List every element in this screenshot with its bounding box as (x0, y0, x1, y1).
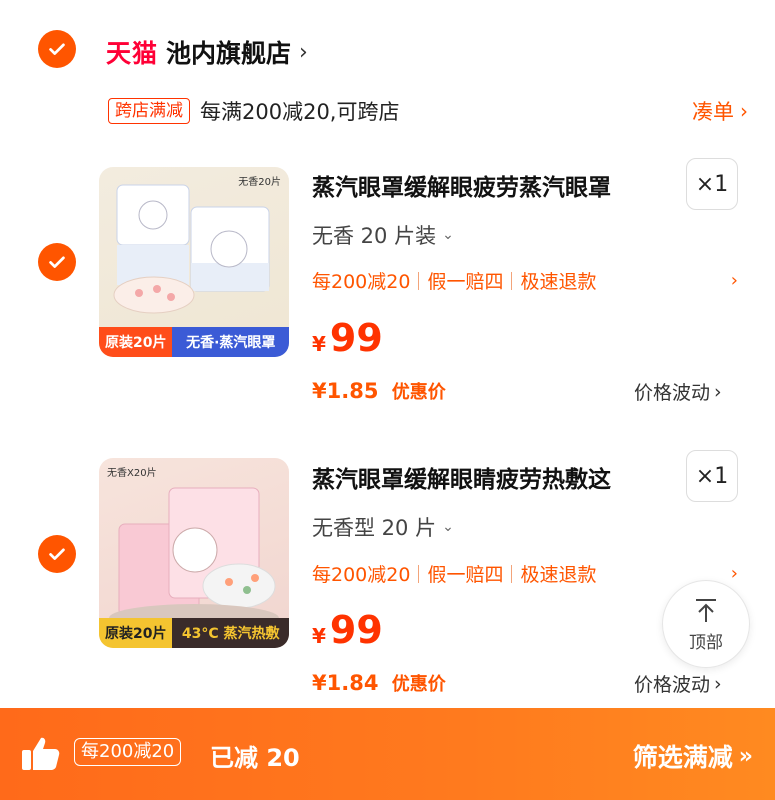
filter-discount-label: 筛选满减 (632, 743, 733, 772)
chevron-right-icon: › (740, 99, 748, 123)
add-on-label: 凑单 (692, 100, 734, 124)
chevron-right-icon: › (714, 672, 722, 695)
quantity-button[interactable]: ×1 (686, 158, 738, 210)
chevron-right-icon: › (730, 563, 738, 584)
thumbs-up-icon (22, 737, 60, 770)
store-check-icon[interactable] (38, 30, 76, 68)
back-to-top-label: 顶部 (689, 632, 723, 653)
deal-price: ¥1.84 优惠价 (312, 670, 446, 696)
arrow-up-icon (696, 598, 716, 622)
currency-symbol: ¥ (312, 624, 326, 648)
benefit-discount: 每200减20 (312, 271, 411, 293)
price-fluctuation-link[interactable]: 价格波动 › (634, 378, 722, 405)
product-title[interactable]: 蒸汽眼罩缓解眼睛疲劳热敷这 (312, 460, 672, 494)
store-header[interactable]: 天猫 池内旗舰店 › (106, 34, 308, 70)
promo-text: 每满200减20,可跨店 (200, 100, 400, 124)
deal-price-value: ¥1.84 (312, 671, 379, 695)
benefits-row[interactable]: 每200减20 假一赔四 极速退款 › (312, 267, 738, 294)
price-fluctuation-label: 价格波动 (634, 674, 711, 696)
discount-tag: 每200减20 (74, 738, 182, 766)
benefits-row[interactable]: 每200减20 假一赔四 极速退款 › (312, 560, 738, 587)
price: ¥ 99 (312, 316, 383, 360)
divider (418, 564, 420, 583)
spec-label: 无香型 20 片 (312, 516, 437, 540)
thumb-corner-label: 无香X20片 (107, 468, 157, 479)
deal-price-value: ¥1.85 (312, 379, 379, 403)
chevron-down-icon: ⌄ (442, 227, 454, 243)
thumb-band: 原装20片 43°C 蒸汽热敷 (99, 618, 289, 648)
store-name: 池内旗舰店 (166, 39, 292, 68)
thumb-band-right: 无香·蒸汽眼罩 (172, 327, 289, 357)
price-value: 99 (329, 608, 383, 652)
deal-price: ¥1.85 优惠价 (312, 378, 446, 404)
cart-card: 天猫 池内旗舰店 › 跨店满减 每满200减20,可跨店 凑单 › 无香20片 (16, 0, 761, 720)
chevron-right-icon: › (299, 39, 308, 65)
deal-price-label: 优惠价 (391, 674, 446, 695)
deal-price-label: 优惠价 (391, 382, 446, 403)
product-thumbnail[interactable]: 无香20片 原装20片 无香·蒸汽眼罩 (99, 167, 289, 357)
item-check-icon[interactable] (38, 535, 76, 573)
benefit-guarantee: 假一赔四 (427, 564, 504, 586)
spec-selector[interactable]: 无香型 20 片 ⌄ (312, 512, 454, 542)
thumb-band: 原装20片 无香·蒸汽眼罩 (99, 327, 289, 357)
price-fluctuation-link[interactable]: 价格波动 › (634, 670, 722, 697)
thumb-band-left: 原装20片 (99, 327, 173, 357)
price-value: 99 (329, 316, 383, 360)
divider (418, 271, 420, 290)
price-fluctuation-label: 价格波动 (634, 382, 711, 404)
chevron-right-icon: › (730, 270, 738, 291)
divider (511, 564, 513, 583)
spec-selector[interactable]: 无香 20 片装 ⌄ (312, 220, 454, 250)
benefit-refund: 极速退款 (520, 271, 597, 293)
double-chevron-right-icon: » (738, 743, 753, 769)
filter-discount-button[interactable]: 筛选满减 » (633, 738, 753, 774)
discount-bottom-bar: 每200减20 已减 20 筛选满减 » (0, 708, 775, 800)
chevron-right-icon: › (714, 380, 722, 403)
spec-label: 无香 20 片装 (312, 224, 437, 248)
product-title[interactable]: 蒸汽眼罩缓解眼疲劳蒸汽眼罩 (312, 168, 672, 202)
benefit-refund: 极速退款 (520, 564, 597, 586)
thumb-band-right: 43°C 蒸汽热敷 (172, 618, 289, 648)
thumb-corner-label: 无香20片 (238, 177, 281, 188)
price: ¥ 99 (312, 608, 383, 652)
reduced-amount: 已减 20 (210, 744, 300, 772)
add-on-button[interactable]: 凑单 › (692, 96, 748, 126)
product-thumbnail[interactable]: 无香X20片 原装20片 43°C 蒸汽热敷 (99, 458, 289, 648)
tmall-logo: 天猫 (106, 39, 159, 68)
back-to-top-button[interactable]: 顶部 (662, 580, 750, 668)
benefit-discount: 每200减20 (312, 564, 411, 586)
currency-symbol: ¥ (312, 332, 326, 356)
quantity-button[interactable]: ×1 (686, 450, 738, 502)
divider (511, 271, 513, 290)
chevron-down-icon: ⌄ (442, 519, 454, 535)
cross-store-tag: 跨店满减 (108, 98, 190, 124)
item-check-icon[interactable] (38, 243, 76, 281)
promo-row: 跨店满减 每满200减20,可跨店 凑单 › (108, 95, 748, 127)
benefit-guarantee: 假一赔四 (427, 271, 504, 293)
thumb-band-left: 原装20片 (99, 618, 173, 648)
